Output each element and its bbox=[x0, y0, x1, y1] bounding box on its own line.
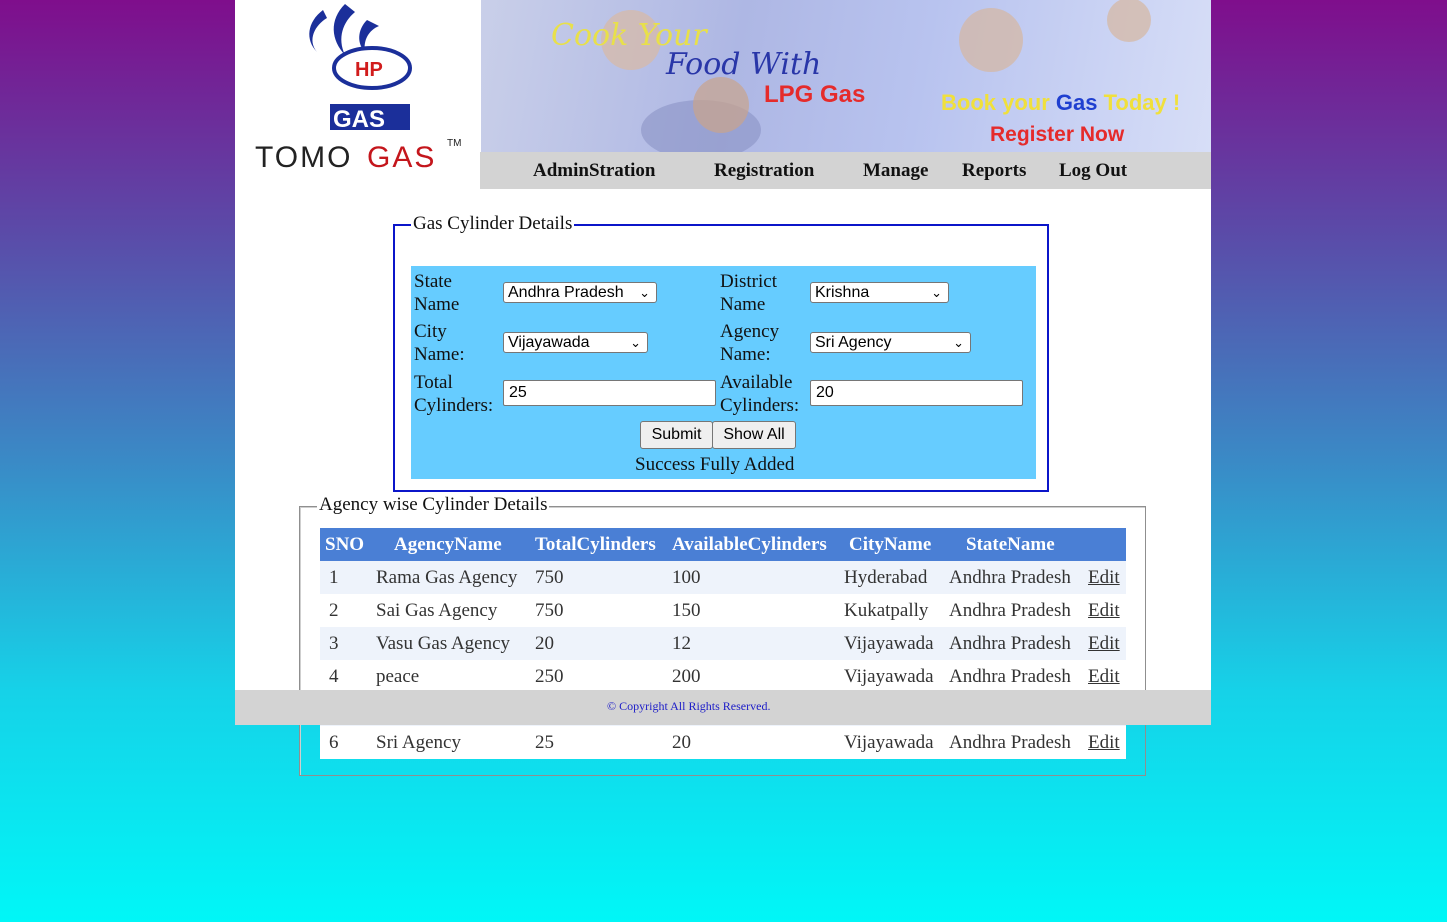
total-cylinders-input[interactable]: 25 bbox=[503, 380, 716, 406]
cell-sno: 1 bbox=[329, 567, 339, 588]
available-cylinders-input[interactable]: 20 bbox=[810, 380, 1023, 406]
header-available-cylinders: AvailableCylinders bbox=[672, 534, 827, 555]
chevron-down-icon: ⌄ bbox=[639, 285, 650, 300]
cell-sno: 4 bbox=[329, 666, 339, 687]
hp-flame-icon: HP GAS TOMO GAS TM bbox=[255, 4, 461, 174]
cell-state: Andhra Pradesh bbox=[949, 732, 1071, 753]
edit-link[interactable]: Edit bbox=[1088, 666, 1120, 688]
header-sno: SNO bbox=[325, 534, 365, 555]
cell-sno: 2 bbox=[329, 600, 339, 621]
cell-agency: Sai Gas Agency bbox=[376, 600, 498, 621]
table-row: 1 Rama Gas Agency 750 100 Hyderabad Andhra Pr… bbox=[320, 561, 1126, 594]
available-cylinders-label: Available Cylinders: bbox=[720, 372, 800, 416]
cell-state: Andhra Pradesh bbox=[949, 633, 1071, 654]
cell-agency: Vasu Gas Agency bbox=[376, 633, 511, 654]
nav-manage[interactable]: Manage bbox=[863, 160, 928, 182]
edit-link[interactable]: Edit bbox=[1088, 633, 1120, 655]
cell-state: Andhra Pradesh bbox=[949, 567, 1071, 588]
main-nav: AdminStration Registration Manage Report… bbox=[480, 152, 1211, 189]
chevron-down-icon: ⌄ bbox=[931, 285, 942, 300]
brand-tomo: TOMO bbox=[255, 141, 352, 174]
cell-city: Vijayawada bbox=[844, 666, 934, 687]
cell-agency: Sri Agency bbox=[376, 732, 461, 753]
edit-link[interactable]: Edit bbox=[1088, 600, 1120, 622]
banner-cta: Book your Gas Today ! bbox=[941, 90, 1180, 115]
cell-city: Hyderabad bbox=[844, 567, 928, 588]
submit-button[interactable]: Submit bbox=[640, 421, 713, 449]
banner: Cook Your Food With LPG Gas Book your Ga… bbox=[481, 0, 1211, 152]
agency-legend: Agency wise Cylinder Details bbox=[317, 494, 550, 516]
cell-available: 12 bbox=[672, 633, 691, 654]
district-label: District Name bbox=[720, 271, 777, 315]
page-container: HP GAS TOMO GAS TM Cook Your Food With L… bbox=[235, 0, 1211, 776]
cell-available: 200 bbox=[672, 666, 701, 687]
cell-available: 100 bbox=[672, 567, 701, 588]
banner-line3: LPG Gas bbox=[764, 81, 865, 108]
table-body: 1 Rama Gas Agency 750 100 Hyderabad Andhra Pr… bbox=[320, 561, 1126, 759]
cell-state: Andhra Pradesh bbox=[949, 600, 1071, 621]
table-row: 2 Sai Gas Agency 750 150 Kukatpally Andhra Pr… bbox=[320, 594, 1126, 627]
cell-total: 20 bbox=[535, 633, 554, 654]
banner-line2: Food With bbox=[665, 47, 821, 82]
nav-logout[interactable]: Log Out bbox=[1059, 160, 1127, 182]
nav-registration[interactable]: Registration bbox=[714, 160, 814, 182]
edit-link[interactable]: Edit bbox=[1088, 567, 1120, 589]
header-city-name: CityName bbox=[849, 534, 932, 555]
gas-text: GAS bbox=[333, 106, 385, 133]
cell-agency: Rama Gas Agency bbox=[376, 567, 518, 588]
cell-state: Andhra Pradesh bbox=[949, 666, 1071, 687]
nav-administration[interactable]: AdminStration bbox=[533, 160, 655, 182]
district-select[interactable]: Krishna ⌄ bbox=[810, 282, 949, 303]
cell-total: 750 bbox=[535, 600, 564, 621]
table-header: SNO AgencyName TotalCylinders AvailableC… bbox=[320, 528, 1126, 561]
state-label: State Name bbox=[414, 271, 460, 315]
cell-total: 750 bbox=[535, 567, 564, 588]
cell-available: 150 bbox=[672, 600, 701, 621]
state-select[interactable]: Andhra Pradesh ⌄ bbox=[503, 282, 657, 303]
cell-total: 250 bbox=[535, 666, 564, 687]
total-cylinders-label: Total Cylinders: bbox=[414, 372, 494, 416]
cell-available: 20 bbox=[672, 732, 691, 753]
hp-text: HP bbox=[355, 59, 383, 81]
header-agency-name: AgencyName bbox=[394, 534, 502, 555]
cell-city: Kukatpally bbox=[844, 600, 929, 621]
logo: HP GAS TOMO GAS TM bbox=[235, 0, 481, 189]
agency-select[interactable]: Sri Agency ⌄ bbox=[810, 332, 971, 353]
banner-register: Register Now bbox=[990, 123, 1125, 146]
banner-art: Cook Your Food With LPG Gas Book your Ga… bbox=[551, 0, 1180, 152]
gas-cylinder-legend: Gas Cylinder Details bbox=[411, 213, 575, 235]
header-state-name: StateName bbox=[966, 534, 1055, 555]
cell-sno: 3 bbox=[329, 633, 339, 654]
table-row: 3 Vasu Gas Agency 20 12 Vijayawada Andhra Pra… bbox=[320, 627, 1126, 660]
show-all-button[interactable]: Show All bbox=[712, 421, 796, 449]
table-row: 4 peace 250 200 Vijayawada Andhra Pradesh Edit bbox=[320, 660, 1126, 693]
chevron-down-icon: ⌄ bbox=[630, 335, 641, 350]
city-select[interactable]: Vijayawada ⌄ bbox=[503, 332, 648, 353]
edit-link[interactable]: Edit bbox=[1088, 732, 1120, 754]
agency-label: Agency Name: bbox=[720, 321, 780, 365]
cell-city: Vijayawada bbox=[844, 732, 934, 753]
trademark: TM bbox=[447, 138, 461, 149]
header-total-cylinders: TotalCylinders bbox=[535, 534, 656, 555]
cell-agency: peace bbox=[376, 666, 420, 687]
city-label: City Name: bbox=[414, 321, 465, 365]
cell-city: Vijayawada bbox=[844, 633, 934, 654]
brand-gas: GAS bbox=[367, 141, 436, 174]
cell-total: 25 bbox=[535, 732, 554, 753]
table-row: 6 Sri Agency 25 20 Vijayawada Andhra Pradesh E… bbox=[320, 726, 1126, 759]
cell-sno: 6 bbox=[329, 732, 339, 753]
chevron-down-icon: ⌄ bbox=[953, 335, 964, 350]
copyright-text: © Copyright All Rights Reserved. bbox=[607, 699, 771, 713]
status-message: Success Fully Added bbox=[635, 454, 795, 475]
nav-reports[interactable]: Reports bbox=[962, 160, 1026, 182]
